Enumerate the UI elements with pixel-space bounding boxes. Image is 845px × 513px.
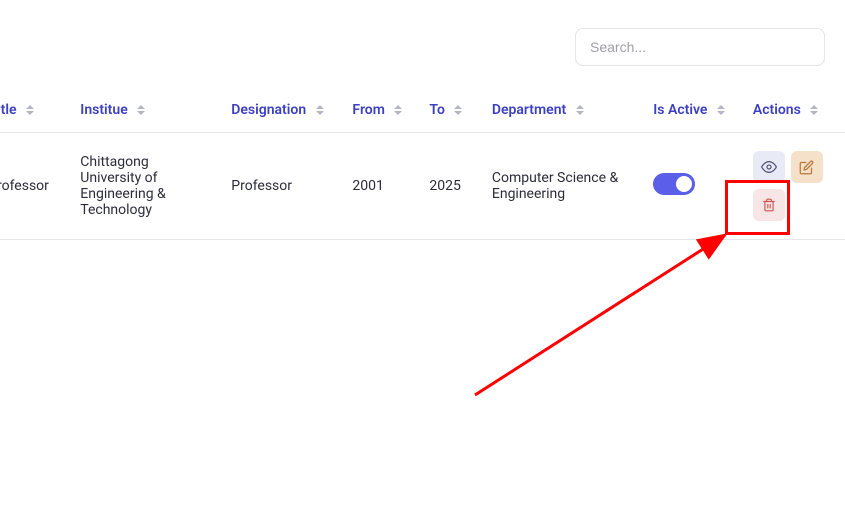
cell-institute: Chittagong University of Engineering & T… <box>68 133 219 240</box>
sort-icon[interactable] <box>316 105 324 115</box>
view-button[interactable] <box>753 151 785 183</box>
column-header-active[interactable]: Is Active <box>641 88 741 133</box>
column-header-to[interactable]: To <box>417 88 479 133</box>
active-toggle[interactable] <box>653 173 695 195</box>
column-label: Actions <box>753 102 801 118</box>
data-table-container: itle Institue Designation From To <box>0 88 845 240</box>
table-row: rofessor Chittagong University of Engine… <box>0 133 845 240</box>
cell-department: Computer Science & Engineering <box>480 133 641 240</box>
sort-icon[interactable] <box>394 105 402 115</box>
sort-icon[interactable] <box>26 105 34 115</box>
eye-icon <box>761 159 777 175</box>
cell-title: rofessor <box>0 133 68 240</box>
annotation-arrow <box>415 225 755 425</box>
search-input[interactable] <box>575 28 825 66</box>
sort-icon[interactable] <box>810 105 818 115</box>
cell-actions <box>741 133 845 240</box>
sort-icon[interactable] <box>717 105 725 115</box>
edit-icon <box>799 160 814 175</box>
cell-to: 2025 <box>417 133 479 240</box>
column-label: Is Active <box>653 102 707 118</box>
edit-button[interactable] <box>791 151 823 183</box>
table-header-row: itle Institue Designation From To <box>0 88 845 133</box>
column-header-title[interactable]: itle <box>0 88 68 133</box>
trash-icon <box>762 198 776 212</box>
column-header-department[interactable]: Department <box>480 88 641 133</box>
column-label: Designation <box>231 102 306 118</box>
cell-designation: Professor <box>219 133 340 240</box>
column-header-from[interactable]: From <box>340 88 417 133</box>
column-label: From <box>352 102 384 118</box>
column-label: itle <box>0 102 17 118</box>
sort-icon[interactable] <box>137 105 145 115</box>
column-header-institute[interactable]: Institue <box>68 88 219 133</box>
sort-icon[interactable] <box>576 105 584 115</box>
column-header-designation[interactable]: Designation <box>219 88 340 133</box>
cell-active <box>641 133 741 240</box>
sort-icon[interactable] <box>454 105 462 115</box>
data-table: itle Institue Designation From To <box>0 88 845 240</box>
column-header-actions[interactable]: Actions <box>741 88 845 133</box>
column-label: To <box>429 102 444 118</box>
delete-button[interactable] <box>753 189 785 221</box>
column-label: Department <box>492 102 566 118</box>
search-container <box>575 28 825 66</box>
cell-from: 2001 <box>340 133 417 240</box>
column-label: Institue <box>80 102 127 118</box>
